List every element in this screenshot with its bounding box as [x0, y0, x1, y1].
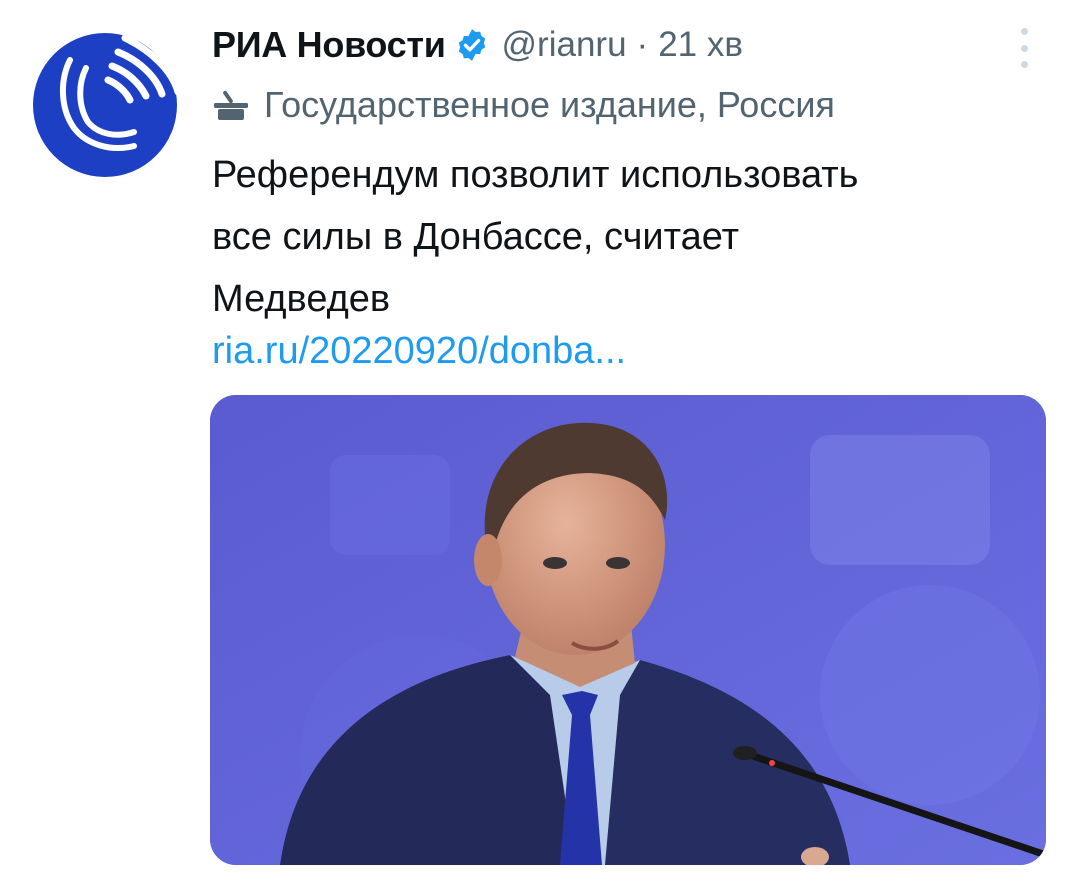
- tweet-header: РИА Новости @rianru · 21 хв: [212, 20, 743, 70]
- more-options-icon[interactable]: [1012, 28, 1036, 68]
- verified-badge-icon: [458, 29, 485, 61]
- account-label-text: Государственное издание, Россия: [264, 84, 835, 125]
- tweet-timestamp[interactable]: 21 хв: [658, 25, 743, 65]
- meta-separator: ·: [636, 25, 649, 64]
- article-link[interactable]: ria.ru/20220920/donba...: [212, 326, 626, 376]
- account-label[interactable]: Государственное издание, Россия: [212, 82, 835, 128]
- tweet-photo[interactable]: [210, 395, 1046, 865]
- tweet-text-line: Референдум позволит использовать: [212, 154, 859, 196]
- photo-image: [210, 395, 1046, 865]
- tweet-text-line: все силы в Донбассе, считает: [212, 216, 740, 258]
- government-lectern-icon: [214, 90, 248, 120]
- tweet-text-line: Медведев: [212, 278, 391, 320]
- avatar[interactable]: [30, 30, 180, 180]
- ria-logo-icon: [30, 30, 180, 180]
- author-name[interactable]: РИА Новости: [212, 24, 446, 66]
- author-handle[interactable]: @rianru: [502, 25, 627, 65]
- tweet[interactable]: РИА Новости @rianru · 21 хв Государствен…: [0, 0, 1080, 878]
- tweet-text: Референдум позволит использовать все сил…: [212, 144, 1032, 330]
